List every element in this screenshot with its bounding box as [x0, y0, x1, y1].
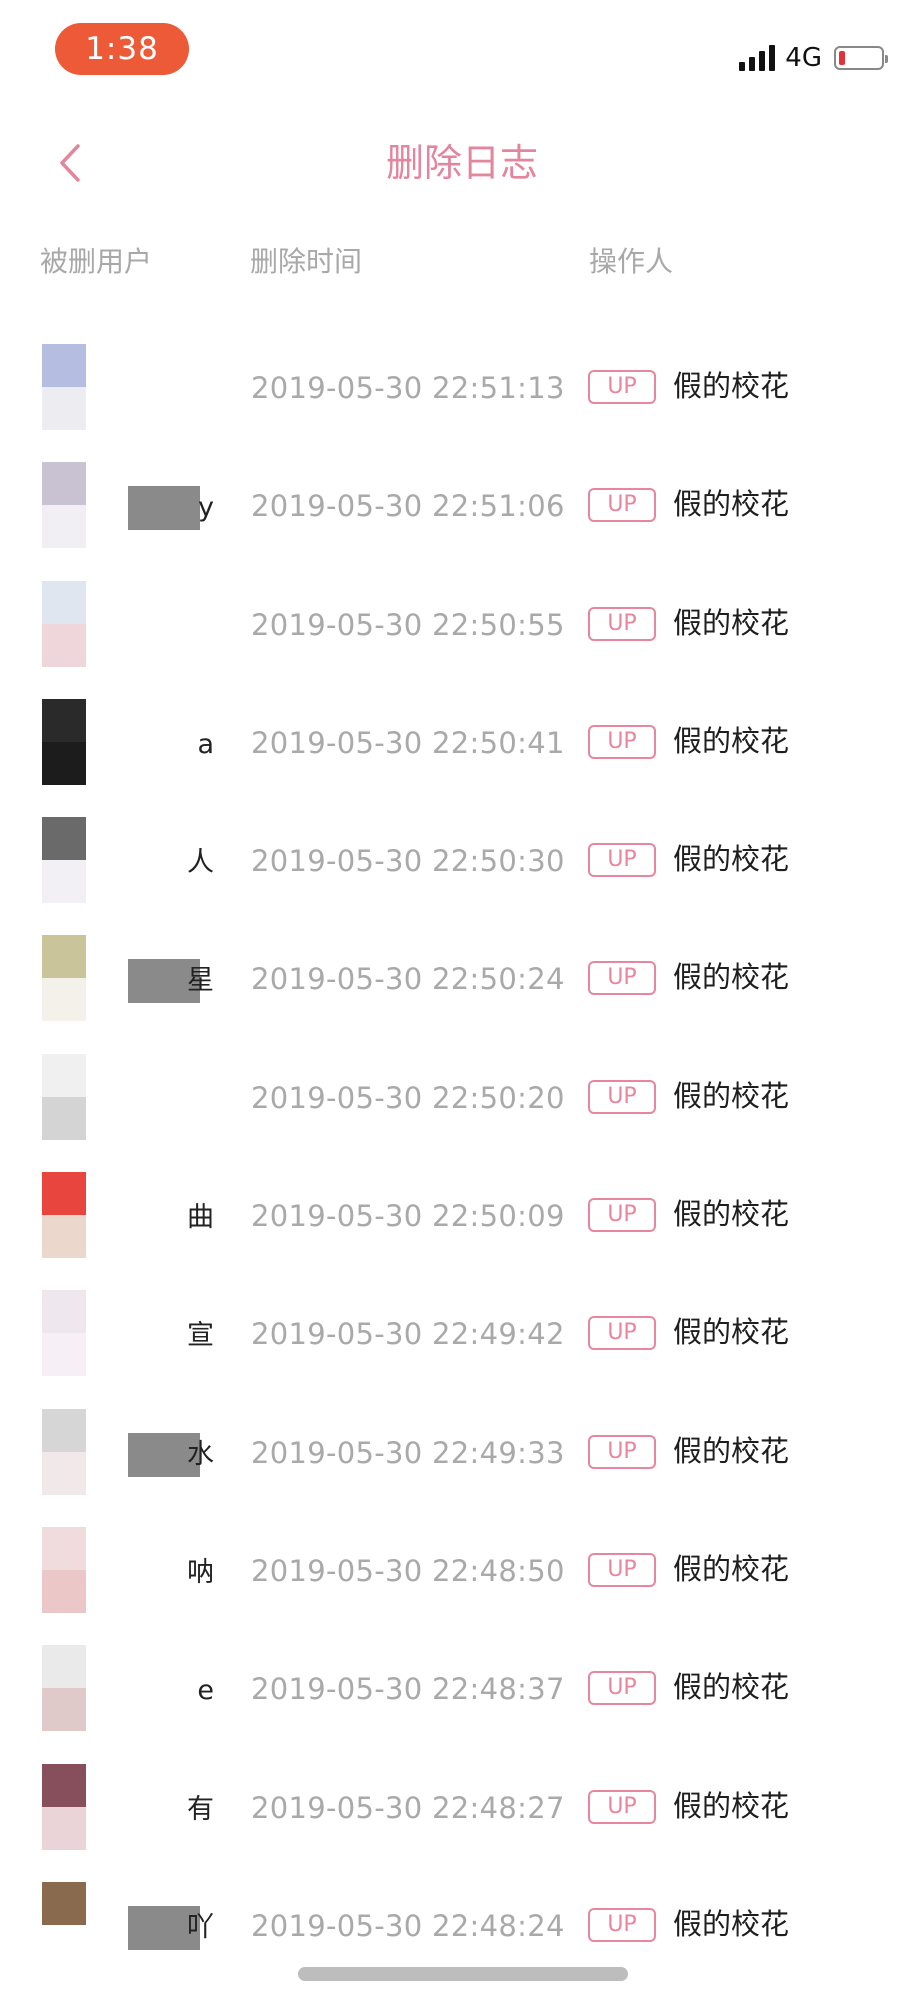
delete-time: 2019-05-30 22:48:37	[251, 1672, 565, 1707]
avatar[interactable]	[42, 580, 86, 667]
deleted-username: 呐	[187, 1556, 214, 1588]
up-badge: UP	[588, 488, 656, 523]
operator-name: 假的校花	[673, 960, 790, 995]
table-row[interactable]: 人 2019-05-30 22:50:30 UP 假的校花	[0, 793, 924, 911]
operator-name: 假的校花	[673, 1551, 790, 1586]
operator-name: 假的校花	[673, 1788, 790, 1823]
deleted-username: 宣	[187, 1320, 214, 1352]
avatar[interactable]	[42, 1763, 86, 1850]
avatar[interactable]	[42, 1645, 86, 1732]
table-row[interactable]: 2019-05-30 22:50:55 UP 假的校花	[0, 557, 924, 675]
up-badge: UP	[588, 1198, 656, 1233]
avatar[interactable]	[42, 1172, 86, 1259]
delete-time: 2019-05-30 22:50:41	[251, 725, 565, 760]
operator-name: 假的校花	[673, 1670, 790, 1705]
table-row[interactable]: e 2019-05-30 22:48:37 UP 假的校花	[0, 1621, 924, 1739]
up-badge: UP	[588, 606, 656, 641]
column-header-operator: 操作人	[589, 245, 674, 278]
operator-name: 假的校花	[673, 1906, 790, 1941]
delete-time: 2019-05-30 22:50:09	[251, 1199, 565, 1234]
deleted-username: 曲	[187, 1202, 214, 1234]
deleted-username: a	[197, 728, 214, 760]
delete-time: 2019-05-30 22:50:30	[251, 844, 565, 879]
up-badge: UP	[588, 1671, 656, 1706]
table-row[interactable]: 2019-05-30 22:51:13 UP 假的校花	[0, 320, 924, 438]
operator-name: 假的校花	[673, 369, 790, 403]
up-badge: UP	[588, 1079, 656, 1114]
operator-name: 假的校花	[673, 723, 790, 758]
table-row[interactable]: 宣 2019-05-30 22:49:42 UP 假的校花	[0, 1266, 924, 1384]
column-header-delete-time: 删除时间	[250, 245, 363, 278]
signal-icon	[739, 45, 776, 71]
status-indicators: 4G	[739, 40, 888, 76]
up-badge: UP	[588, 1316, 656, 1351]
up-badge: UP	[588, 1789, 656, 1824]
avatar[interactable]	[42, 1881, 86, 1968]
avatar[interactable]	[42, 817, 86, 904]
avatar[interactable]	[42, 1408, 86, 1495]
deleted-username: e	[197, 1675, 214, 1707]
delete-time: 2019-05-30 22:48:27	[251, 1790, 565, 1825]
status-time: 1:38	[55, 23, 189, 75]
delete-time: 2019-05-30 22:51:06	[251, 489, 565, 524]
deleted-username: 有	[187, 1793, 214, 1825]
avatar[interactable]	[42, 1526, 86, 1613]
table-row[interactable]: 呐 2019-05-30 22:48:50 UP 假的校花	[0, 1503, 924, 1621]
table-row[interactable]: 水 2019-05-30 22:49:33 UP 假的校花	[0, 1385, 924, 1503]
avatar[interactable]	[42, 344, 86, 430]
table-row[interactable]: 曲 2019-05-30 22:50:09 UP 假的校花	[0, 1148, 924, 1266]
operator-name: 假的校花	[673, 1433, 790, 1468]
up-badge: UP	[588, 1907, 656, 1942]
column-header-deleted-user: 被删用户	[40, 245, 153, 278]
deleted-username: y	[198, 492, 214, 524]
operator-name: 假的校花	[673, 842, 790, 877]
avatar[interactable]	[42, 935, 86, 1022]
operator-name: 假的校花	[673, 1315, 790, 1350]
home-indicator	[298, 1967, 628, 1981]
up-badge: UP	[588, 1434, 656, 1469]
operator-name: 假的校花	[673, 1197, 790, 1232]
network-type: 4G	[785, 43, 822, 73]
avatar[interactable]	[42, 1290, 86, 1377]
operator-name: 假的校花	[673, 605, 790, 640]
battery-icon	[834, 46, 888, 70]
delete-time: 2019-05-30 22:49:33	[251, 1435, 565, 1470]
up-badge: UP	[588, 370, 656, 404]
operator-name: 假的校花	[673, 487, 790, 522]
table-row[interactable]: 有 2019-05-30 22:48:27 UP 假的校花	[0, 1740, 924, 1858]
avatar[interactable]	[42, 698, 86, 785]
delete-time: 2019-05-30 22:48:24	[251, 1908, 565, 1943]
table-row[interactable]: 星 2019-05-30 22:50:24 UP 假的校花	[0, 911, 924, 1029]
delete-time: 2019-05-30 22:50:20	[251, 1080, 565, 1115]
up-badge: UP	[588, 961, 656, 996]
page-title: 删除日志	[385, 141, 538, 185]
table-row[interactable]: a 2019-05-30 22:50:41 UP 假的校花	[0, 675, 924, 793]
up-badge: UP	[588, 1552, 656, 1587]
delete-time: 2019-05-30 22:48:50	[251, 1553, 565, 1588]
deleted-username: 水	[187, 1438, 214, 1470]
deletion-log-list: 2019-05-30 22:51:13 UP 假的校花 y 2019-05-30 22:…	[0, 320, 924, 1976]
avatar[interactable]	[42, 462, 86, 549]
delete-time: 2019-05-30 22:50:55	[251, 607, 565, 642]
up-badge: UP	[588, 724, 656, 759]
table-row[interactable]: 2019-05-30 22:50:20 UP 假的校花	[0, 1030, 924, 1148]
delete-time: 2019-05-30 22:49:42	[251, 1317, 565, 1352]
delete-time: 2019-05-30 22:51:13	[251, 371, 565, 405]
up-badge: UP	[588, 843, 656, 878]
table-row[interactable]: y 2019-05-30 22:51:06 UP 假的校花	[0, 438, 924, 556]
delete-time: 2019-05-30 22:50:24	[251, 962, 565, 997]
deleted-username: 人	[187, 847, 214, 879]
table-row[interactable]: 吖 2019-05-30 22:48:24 UP 假的校花	[0, 1858, 924, 1976]
deleted-username: 吖	[187, 1911, 214, 1943]
deleted-username: 星	[187, 965, 214, 997]
avatar[interactable]	[42, 1053, 86, 1140]
operator-name: 假的校花	[673, 1078, 790, 1113]
